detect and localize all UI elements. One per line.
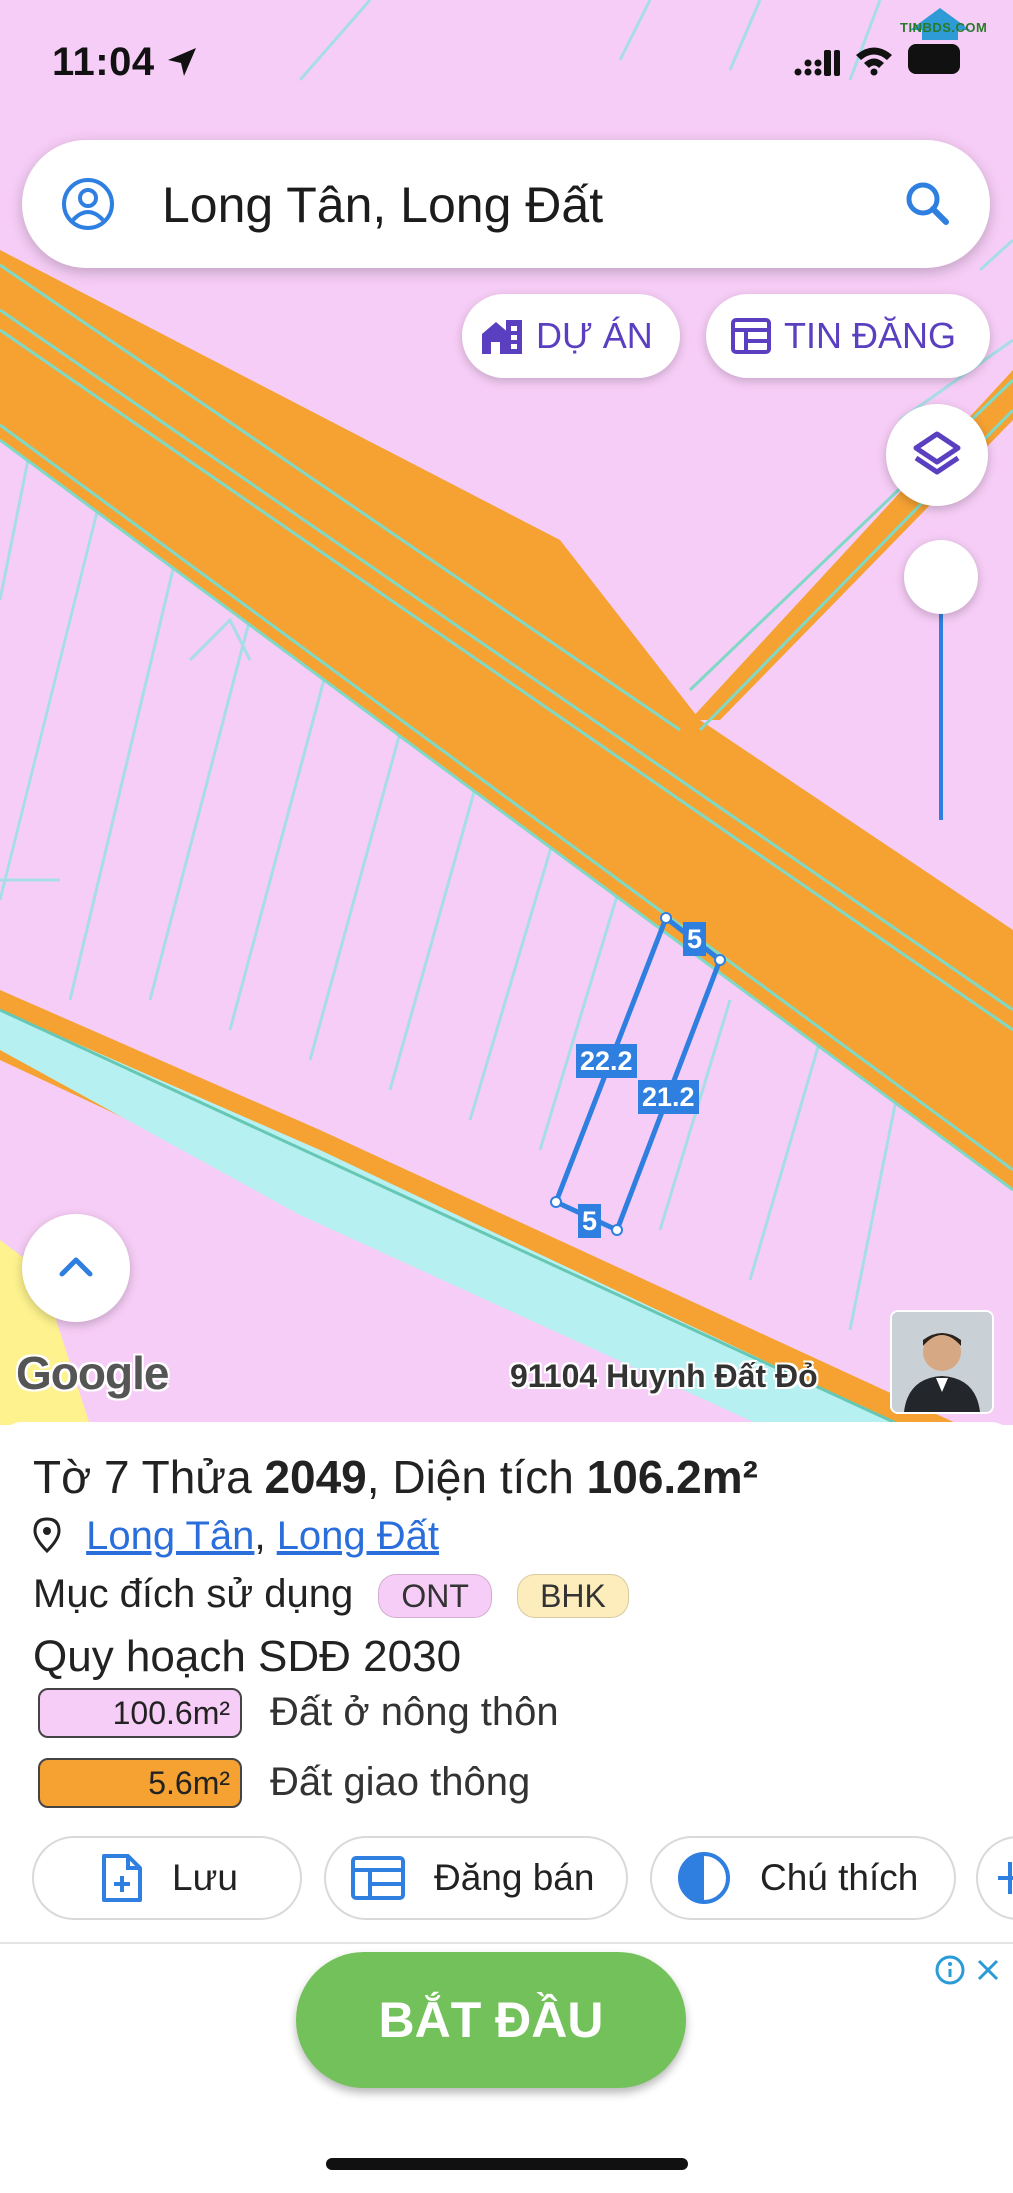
ad-close-icon[interactable]	[974, 1956, 1002, 1984]
search-icon[interactable]	[900, 176, 956, 232]
building-icon	[482, 320, 522, 354]
parcel-title: Tờ 7 Thửa 2049, Diện tích 106.2m²	[33, 1451, 758, 1503]
opacity-slider-handle[interactable]	[904, 540, 978, 614]
legend-label: Chú thích	[760, 1857, 919, 1898]
ward-link[interactable]: Long Tân	[86, 1514, 254, 1558]
person-photo-icon	[892, 1312, 992, 1412]
parcel-edge-top-label: 5	[683, 922, 707, 956]
legend-button[interactable]: Chú thích	[650, 1836, 956, 1920]
add-document-icon	[102, 1854, 142, 1902]
layers-button[interactable]	[886, 404, 988, 506]
ad-cta-button[interactable]: BẮT ĐẦU	[296, 1952, 686, 2088]
save-label: Lưu	[172, 1857, 238, 1898]
planning-label-transport: Đất giao thông	[270, 1760, 531, 1804]
ad-banner[interactable]: BẮT ĐẦU	[0, 1942, 1013, 2104]
district-link[interactable]: Long Đất	[277, 1514, 439, 1558]
owner-label: 91104 Huynh Đất Đỏ	[510, 1358, 818, 1394]
location-arrow-icon	[168, 48, 196, 76]
tin-dang-button[interactable]: TIN ĐĂNG	[706, 294, 990, 378]
wifi-icon	[856, 47, 892, 76]
usage-tag-ont: ONT	[378, 1574, 492, 1619]
avatar[interactable]	[890, 1310, 994, 1414]
area-label: Diện tích	[392, 1451, 574, 1503]
planning-label-residential: Đất ở nông thôn	[270, 1690, 559, 1734]
parcel-edge-left-label: 22.2	[576, 1044, 637, 1078]
cellular-signal-icon	[794, 50, 840, 76]
listing-board-icon	[351, 1856, 405, 1900]
opacity-slider-track[interactable]	[939, 580, 943, 820]
location-pin-icon	[33, 1517, 61, 1554]
tin-dang-label: TIN ĐĂNG	[784, 315, 957, 356]
sheet-number: 7	[104, 1451, 130, 1503]
du-an-button[interactable]: DỰ ÁN	[462, 294, 680, 378]
search-bar[interactable]: Long Tân, Long Đất	[22, 140, 990, 268]
plot-label: Thửa	[141, 1451, 252, 1503]
usage-label: Mục đích sử dụng	[33, 1572, 354, 1616]
expand-panel-button[interactable]	[22, 1214, 130, 1322]
status-bar: 11:04 TINBDS.COM	[0, 0, 1013, 120]
planning-area-residential: 100.6m²	[38, 1688, 242, 1738]
du-an-label: DỰ ÁN	[536, 315, 653, 356]
google-logo: Google	[16, 1347, 169, 1399]
search-input[interactable]: Long Tân, Long Đất	[162, 176, 603, 234]
parcel-location: Long Tân, Long Đất	[33, 1514, 439, 1559]
contrast-icon	[678, 1852, 730, 1904]
title-prefix: Tờ	[33, 1451, 92, 1503]
watermark-text: TINBDS.COM	[900, 20, 988, 35]
layers-icon	[913, 431, 961, 475]
add-icon	[998, 1862, 1013, 1894]
ad-info-icon[interactable]	[934, 1954, 966, 1986]
plot-number: 2049	[264, 1451, 367, 1503]
tinbds-watermark: TINBDS.COM	[900, 2, 988, 72]
chevron-up-icon	[59, 1257, 93, 1277]
parcel-edge-right-label: 21.2	[638, 1080, 699, 1114]
planning-title: Quy hoạch SDĐ 2030	[33, 1632, 462, 1681]
parcel-edge-bottom-label: 5	[578, 1204, 602, 1238]
user-account-icon[interactable]	[58, 174, 118, 234]
post-for-sale-label: Đăng bán	[434, 1857, 595, 1898]
usage-tag-bhk: BHK	[517, 1574, 629, 1619]
usage-row: Mục đích sử dụng ONT BHK	[33, 1572, 629, 1619]
save-button[interactable]: Lưu	[32, 1836, 302, 1920]
home-indicator[interactable]	[326, 2158, 688, 2170]
status-time: 11:04	[52, 40, 155, 84]
post-for-sale-button[interactable]: Đăng bán	[324, 1836, 628, 1920]
location-separator: ,	[254, 1514, 266, 1558]
area-value: 106.2m²	[586, 1451, 758, 1503]
planning-area-transport: 5.6m²	[38, 1758, 242, 1808]
listing-icon	[731, 318, 771, 354]
opacity-slider[interactable]	[900, 540, 980, 830]
